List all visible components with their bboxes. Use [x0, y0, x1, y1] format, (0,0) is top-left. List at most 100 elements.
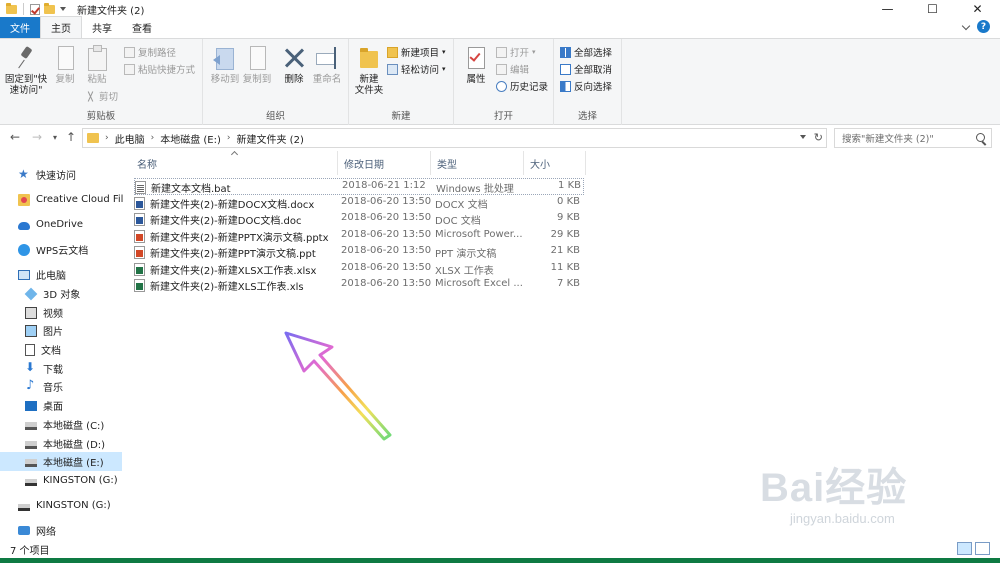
minimize-button[interactable]: — [865, 0, 910, 18]
paste-shortcut-button[interactable]: 粘贴快捷方式 [124, 62, 195, 76]
word-file-icon [134, 213, 145, 226]
new-item-button[interactable]: 新建项目 ▾ [387, 45, 446, 59]
column-header-date[interactable]: 修改日期 [338, 151, 431, 175]
move-to-icon [213, 45, 237, 71]
file-type: DOCX 文档 [435, 200, 488, 211]
copy-path-label: 复制路径 [138, 48, 177, 59]
sidebar-item-drive-d[interactable]: 本地磁盘 (D:) [0, 434, 122, 453]
file-row[interactable]: 新建文件夹(2)-新建PPTX演示文稿.pptx 2018-06-20 13:5… [134, 228, 584, 245]
sidebar-item-wps-cloud[interactable]: WPS云文档 [0, 240, 122, 259]
downloads-icon [25, 360, 37, 375]
sidebar-item-onedrive[interactable]: OneDrive [0, 215, 122, 234]
batch-file-icon [135, 181, 146, 194]
paste-label: 粘贴 [87, 74, 107, 85]
customize-dropdown-icon[interactable] [59, 5, 67, 13]
select-none-button[interactable]: 全部取消 [560, 62, 612, 76]
sidebar-item-3d-objects[interactable]: 3D 对象 [0, 284, 122, 303]
properties-quick-icon[interactable] [30, 3, 40, 15]
quick-access-toolbar [0, 2, 67, 15]
help-icon[interactable]: ? [977, 20, 990, 33]
column-header-type[interactable]: 类型 [431, 151, 524, 175]
properties-button[interactable]: 属性 [456, 45, 496, 85]
breadcrumb-separator-icon[interactable]: › [151, 133, 155, 143]
sidebar-item-creative-cloud[interactable]: Creative Cloud Files [0, 190, 123, 209]
paste-button[interactable]: 粘贴 [77, 45, 117, 85]
drive-icon [25, 422, 37, 430]
file-size: 7 KB [557, 278, 580, 289]
new-folder-quick-icon[interactable] [44, 2, 55, 14]
sidebar-item-music[interactable]: 音乐 [0, 377, 122, 396]
large-icons-view-icon[interactable] [975, 542, 990, 555]
search-input[interactable]: 搜索"新建文件夹 (2)" [834, 128, 992, 148]
sidebar-item-video[interactable]: 视频 [0, 303, 122, 322]
file-row[interactable]: 新建文件夹(2)-新建XLSX工作表.xlsx 2018-06-20 13:50… [134, 261, 584, 278]
details-view-icon[interactable] [957, 542, 972, 555]
new-folder-button[interactable]: 新建 文件夹 [349, 45, 389, 96]
maximize-button[interactable]: ☐ [910, 0, 955, 18]
file-type: Windows 批处理 [436, 184, 514, 195]
status-bar: 7 个项目 [0, 541, 1000, 558]
copy-to-button[interactable]: 复制到 [237, 45, 277, 85]
breadcrumb-drive-e[interactable]: 本地磁盘 (E:) [160, 131, 221, 146]
copy-icon [53, 45, 77, 71]
file-row[interactable]: 新建文件夹(2)-新建XLS工作表.xls 2018-06-20 13:50 M… [134, 277, 584, 294]
sidebar-item-label: 网络 [36, 527, 56, 538]
sidebar-item-desktop[interactable]: 桌面 [0, 396, 122, 415]
back-arrow-icon[interactable]: ← [8, 130, 22, 144]
select-all-button[interactable]: 全部选择 [560, 45, 612, 59]
open-label: 打开 [510, 48, 530, 59]
sidebar-item-drive-e[interactable]: 本地磁盘 (E:) [0, 452, 122, 471]
file-row[interactable]: 新建文本文档.bat 2018-06-21 1:12 Windows 批处理 1… [134, 178, 584, 195]
file-row[interactable]: 新建文件夹(2)-新建DOCX文档.docx 2018-06-20 13:50 … [134, 195, 584, 212]
easy-access-button[interactable]: 轻松访问 ▾ [387, 62, 446, 76]
tab-home[interactable]: 主页 [40, 16, 82, 38]
refresh-icon[interactable]: ↻ [814, 131, 823, 144]
tab-file[interactable]: 文件 [0, 17, 40, 38]
sidebar-item-label: 视频 [43, 309, 63, 320]
copy-path-icon [124, 46, 135, 58]
close-button[interactable]: ✕ [955, 0, 1000, 18]
history-button[interactable]: 历史记录 [496, 79, 548, 93]
copy-to-label: 复制到 [242, 74, 272, 85]
edit-button[interactable]: 编辑 [496, 62, 529, 76]
address-dropdown-icon[interactable] [800, 135, 806, 139]
open-button[interactable]: 打开 ▾ [496, 45, 536, 59]
file-row[interactable]: 新建文件夹(2)-新建PPT演示文稿.ppt 2018-06-20 13:50 … [134, 244, 584, 261]
file-row[interactable]: 新建文件夹(2)-新建DOC文档.doc 2018-06-20 13:50 DO… [134, 211, 584, 228]
breadcrumb-this-pc[interactable]: 此电脑 [115, 131, 145, 146]
column-header-size[interactable]: 大小 [524, 151, 586, 175]
invert-selection-button[interactable]: 反向选择 [560, 79, 612, 93]
sidebar-item-network[interactable]: 网络 [0, 521, 122, 540]
copy-path-button[interactable]: 复制路径 [124, 45, 176, 59]
breadcrumb-current-folder[interactable]: 新建文件夹 (2) [237, 131, 304, 146]
rename-button[interactable]: 重命名 [307, 45, 347, 85]
sidebar-item-documents[interactable]: 文档 [0, 340, 122, 359]
select-all-icon [560, 46, 571, 58]
cut-button[interactable]: 剪切 [85, 89, 118, 103]
recent-locations-chevron-icon[interactable]: ▾ [48, 130, 62, 144]
file-size: 29 KB [550, 229, 580, 240]
pin-to-quick-access-button[interactable]: 固定到"快 速访问" [3, 45, 49, 96]
breadcrumb-separator-icon[interactable]: › [227, 133, 231, 143]
sidebar-item-downloads[interactable]: 下载 [0, 359, 122, 378]
up-arrow-icon[interactable]: ↑ [64, 130, 78, 144]
address-bar[interactable]: › 此电脑 › 本地磁盘 (E:) › 新建文件夹 (2) ↻ [82, 128, 827, 148]
tab-share[interactable]: 共享 [82, 17, 122, 38]
tab-view[interactable]: 查看 [122, 17, 162, 38]
sidebar-item-kingston-g-root[interactable]: KINGSTON (G:) [0, 496, 122, 515]
copy-to-icon [245, 45, 269, 71]
column-header-name[interactable]: 名称 [131, 151, 338, 175]
sidebar-item-label: 音乐 [43, 383, 63, 394]
forward-arrow-icon[interactable]: → [30, 130, 44, 144]
window-title: 新建文件夹 (2) [77, 5, 145, 17]
sidebar-item-this-pc[interactable]: 此电脑 [0, 265, 122, 284]
easy-access-icon [387, 63, 398, 75]
breadcrumb-separator-icon[interactable]: › [105, 133, 109, 143]
sidebar-item-kingston-g[interactable]: KINGSTON (G:) [0, 471, 122, 490]
sidebar-item-drive-c[interactable]: 本地磁盘 (C:) [0, 415, 122, 434]
sidebar-item-quick-access[interactable]: 快速访问 [0, 165, 122, 184]
expand-ribbon-chevron-icon[interactable] [961, 22, 971, 32]
file-type: PPT 演示文稿 [435, 249, 497, 260]
sidebar-item-pictures[interactable]: 图片 [0, 321, 122, 340]
wps-cloud-icon [18, 243, 30, 256]
